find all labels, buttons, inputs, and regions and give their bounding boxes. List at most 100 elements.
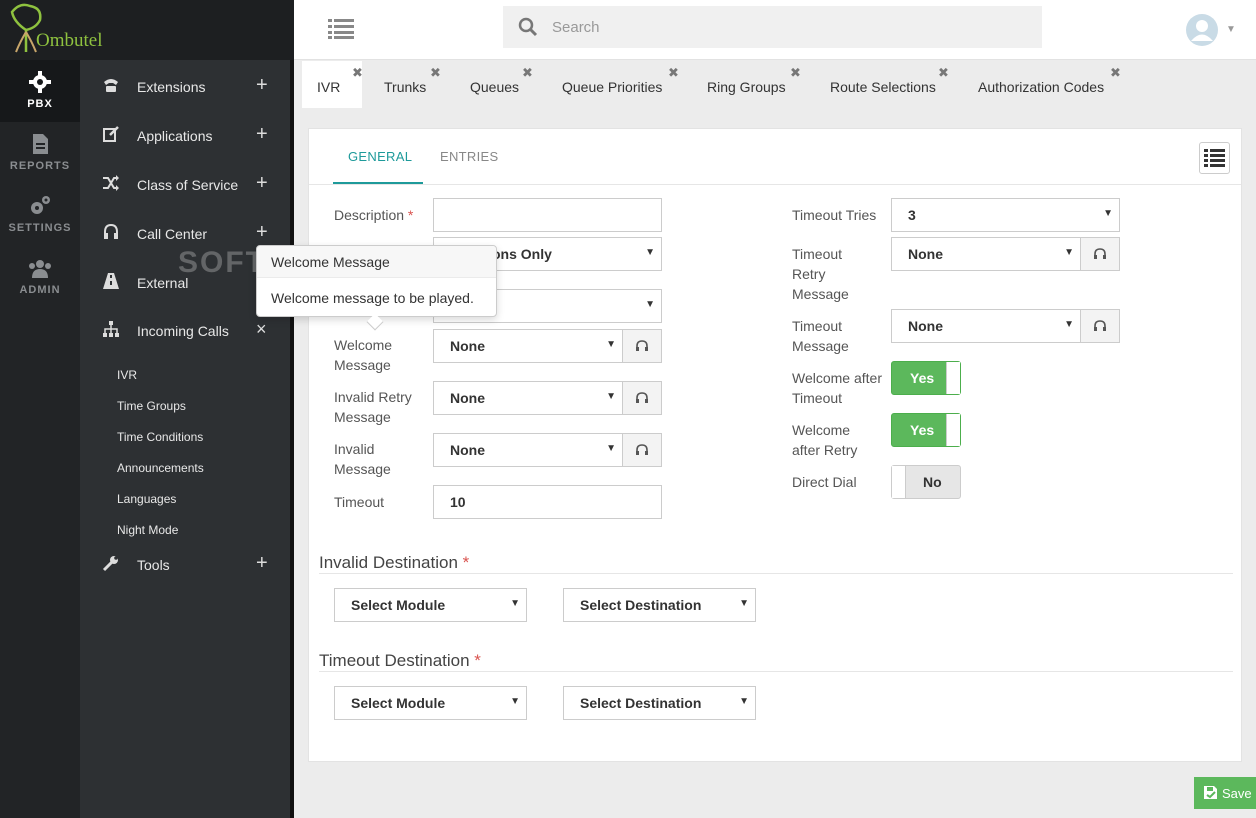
save-button[interactable]: Save [1194,777,1256,809]
tab-ivr[interactable]: IVR ✖ [302,61,363,108]
caret-down-icon: ▼ [1103,208,1113,219]
rail: PBX REPORTS SETTINGS ADMIN [0,60,80,818]
caret-down-icon: ▼ [739,598,749,609]
expand-icon[interactable]: + [256,221,268,244]
invalid-module-select[interactable]: Select Module ▼ [334,588,527,622]
close-icon[interactable]: ✖ [352,65,363,81]
options-select-value: ons Only [492,246,552,262]
welcome-after-retry-label: Welcome after Retry [792,422,858,458]
play-welcome-button[interactable] [622,329,662,363]
timeout-tries-select[interactable]: 3 ▼ [891,198,1120,232]
tab-general[interactable]: GENERAL [348,149,412,164]
rail-item-reports[interactable]: REPORTS [0,122,80,184]
rail-item-settings[interactable]: SETTINGS [0,184,80,246]
menu-label: Applications [137,128,213,144]
description-field[interactable] [433,198,662,232]
close-icon[interactable]: ✖ [522,65,533,81]
close-icon[interactable]: ✖ [430,65,441,81]
welcome-after-timeout-label: Welcome after Timeout [792,370,882,406]
menu-label: Call Center [137,226,208,242]
submenu-item-time-conditions[interactable]: Time Conditions [117,430,203,444]
tab-queues[interactable]: Queues ✖ [456,61,536,108]
invalid-message-select[interactable]: None ▼ [433,433,623,467]
welcome-message-value: None [450,338,485,354]
rail-item-admin[interactable]: ADMIN [0,246,80,308]
submenu-item-time-groups[interactable]: Time Groups [117,399,186,413]
play-timeout-message-button[interactable] [1080,309,1120,343]
timeout-message-value: None [908,318,943,334]
tab-strip: IVR ✖ Trunks ✖ Queues ✖ Queue Priorities… [294,61,1256,108]
tab-label: Ring Groups [707,79,786,95]
play-invalid-button[interactable] [622,433,662,467]
list-view-button[interactable] [1199,142,1230,174]
sidebar-item-extensions[interactable]: Extensions + [80,62,290,110]
cogs-icon [31,196,50,214]
timeout-module-value: Select Module [351,695,446,711]
timeout-retry-select[interactable]: None ▼ [891,237,1081,271]
timeout-module-select[interactable]: Select Module ▼ [334,686,527,720]
invalid-destination-select[interactable]: Select Destination ▼ [563,588,756,622]
document-icon [33,134,48,154]
expand-icon[interactable]: + [256,123,268,146]
rail-label: SETTINGS [8,222,72,234]
sidebar-item-applications[interactable]: Applications + [80,111,290,159]
section-divider [319,573,1233,574]
tab-entries[interactable]: ENTRIES [440,149,498,164]
play-invalid-retry-button[interactable] [622,381,662,415]
sidebar-item-class-of-service[interactable]: Class of Service + [80,160,290,208]
welcome-after-retry-toggle[interactable]: Yes [891,413,961,447]
tab-trunks[interactable]: Trunks ✖ [370,61,441,108]
tab-label: Trunks [384,79,427,95]
users-icon [29,260,51,278]
submenu-item-ivr[interactable]: IVR [117,368,137,382]
required-mark: * [474,651,481,670]
toggle-knob [946,362,960,394]
sidebar-item-tools[interactable]: Tools + [80,540,290,588]
submenu-item-announcements[interactable]: Announcements [117,461,204,475]
collapse-icon[interactable]: × [256,319,267,340]
close-icon[interactable]: ✖ [938,65,949,81]
direct-dial-toggle[interactable]: No [891,465,961,499]
submenu-item-night-mode[interactable]: Night Mode [117,523,178,537]
tab-authorization-codes[interactable]: Authorization Codes ✖ [964,61,1124,108]
chevron-down-icon[interactable]: ▼ [1226,24,1236,35]
close-icon[interactable]: ✖ [1110,65,1121,81]
tab-label: IVR [317,79,341,95]
tab-ring-groups[interactable]: Ring Groups ✖ [694,61,806,108]
search-input[interactable]: Search [552,19,600,36]
timeout-message-select[interactable]: None ▼ [891,309,1081,343]
avatar[interactable] [1186,14,1218,46]
toggle-label: Yes [910,370,935,386]
caret-down-icon: ▼ [606,391,616,402]
timeout-field[interactable]: 10 [433,485,662,519]
invalid-retry-select[interactable]: None ▼ [433,381,623,415]
phone-icon [104,79,118,92]
play-timeout-retry-button[interactable] [1080,237,1120,271]
rail-item-pbx[interactable]: PBX [0,60,80,122]
tab-queue-priorities[interactable]: Queue Priorities ✖ [548,61,683,108]
welcome-after-timeout-toggle[interactable]: Yes [891,361,961,395]
tab-route-selections[interactable]: Route Selections ✖ [816,61,951,108]
submenu-item-languages[interactable]: Languages [117,492,176,506]
menu-label: Extensions [137,79,206,95]
welcome-message-select[interactable]: None ▼ [433,329,623,363]
required-mark: * [462,553,470,572]
timeout-destination-select[interactable]: Select Destination ▼ [563,686,756,720]
shuffle-icon [103,175,119,191]
tab-label: Queues [470,79,520,95]
headphones-icon [1094,248,1106,259]
required-mark: * [407,207,414,223]
road-icon [103,273,119,289]
list-menu-icon[interactable] [328,19,354,39]
sitemap-icon [103,321,119,337]
timeout-tries-value: 3 [908,207,916,223]
expand-icon[interactable]: + [256,552,268,575]
timeout-retry-label: Timeout Retry Message [792,246,849,302]
expand-icon[interactable]: + [256,74,268,97]
close-icon[interactable]: ✖ [790,65,801,81]
search-icon [518,17,538,37]
search-bar[interactable]: Search [503,6,1042,48]
close-icon[interactable]: ✖ [668,65,679,81]
expand-icon[interactable]: + [256,172,268,195]
caret-down-icon: ▼ [1064,319,1074,330]
